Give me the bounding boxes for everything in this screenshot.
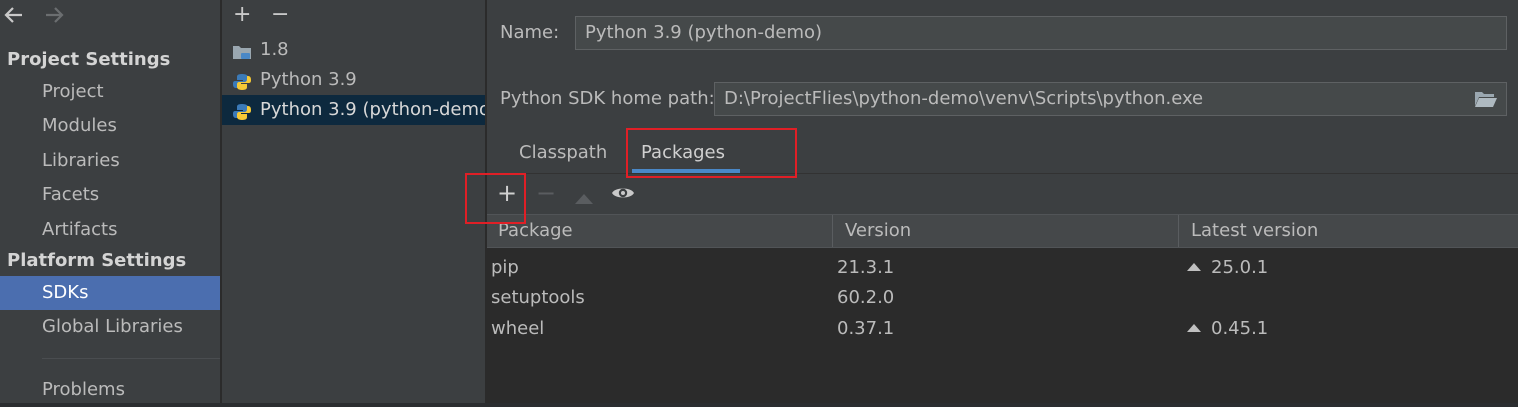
packages-table-header: Package Version Latest version — [487, 214, 1518, 248]
name-label: Name: — [500, 22, 560, 43]
back-arrow-icon[interactable] — [4, 6, 24, 28]
package-name-cell: wheel — [491, 318, 545, 339]
column-divider[interactable] — [1178, 215, 1179, 247]
sdk-list-panel: + − 1.8 Python 3.9 Python 3.9 (python-de… — [222, 0, 485, 403]
platform-settings-heading: Platform Settings — [7, 250, 187, 271]
sdk-item-label: Python 3.9 (python-demo) — [260, 99, 485, 120]
forward-arrow-icon[interactable] — [44, 6, 64, 28]
latest-version-value: 0.45.1 — [1211, 318, 1269, 339]
update-available-icon — [1187, 324, 1201, 332]
home-path-field[interactable]: D:\ProjectFlies\python-demo\venv\Scripts… — [714, 82, 1507, 116]
python-icon — [232, 71, 252, 90]
python-icon — [232, 101, 252, 120]
sdk-item-1-8[interactable]: 1.8 — [222, 35, 485, 65]
sdk-item-python-3-9-python-demo[interactable]: Python 3.9 (python-demo) — [222, 95, 485, 125]
table-row[interactable]: pip 21.3.1 25.0.1 — [487, 252, 1518, 283]
sdk-item-label: 1.8 — [260, 39, 289, 60]
sidebar-item-sdks[interactable]: SDKs — [0, 276, 220, 310]
tab-classpath[interactable]: Classpath — [519, 136, 607, 170]
column-header-latest-version[interactable]: Latest version — [1191, 215, 1318, 247]
triangle-up-icon[interactable] — [575, 189, 593, 208]
uninstall-package-button[interactable]: − — [536, 180, 556, 206]
home-path-value: D:\ProjectFlies\python-demo\venv\Scripts… — [724, 88, 1204, 109]
sidebar-item-libraries[interactable]: Libraries — [0, 144, 220, 178]
column-divider[interactable] — [832, 215, 833, 247]
folder-open-icon[interactable] — [1474, 89, 1498, 113]
update-available-icon — [1187, 263, 1201, 271]
eye-icon[interactable] — [611, 185, 635, 205]
package-name-cell: pip — [491, 257, 519, 278]
project-settings-heading: Project Settings — [7, 49, 171, 70]
home-path-label: Python SDK home path: — [500, 88, 715, 109]
latest-version-cell: 25.0.1 — [1187, 252, 1268, 283]
install-button-highlight — [465, 173, 526, 224]
table-row[interactable]: setuptools 60.2.0 — [487, 282, 1518, 313]
remove-sdk-button[interactable]: − — [271, 3, 289, 27]
sdk-name-field[interactable]: Python 3.9 (python-demo) — [575, 16, 1507, 50]
sidebar-item-modules[interactable]: Modules — [0, 109, 220, 143]
package-version-cell: 21.3.1 — [837, 257, 895, 278]
settings-sidebar: Project Settings Project Modules Librari… — [0, 0, 220, 403]
sidebar-item-project[interactable]: Project — [0, 75, 220, 109]
packages-toolbar: + − — [487, 174, 1518, 214]
sdk-item-python-3-9[interactable]: Python 3.9 — [222, 65, 485, 95]
packages-tab-highlight — [626, 128, 797, 178]
sidebar-item-facets[interactable]: Facets — [0, 178, 220, 212]
sdk-item-label: Python 3.9 — [260, 69, 357, 90]
latest-version-value: 25.0.1 — [1211, 257, 1269, 278]
sidebar-item-problems[interactable]: Problems — [0, 373, 220, 407]
sidebar-item-global-libraries[interactable]: Global Libraries — [0, 310, 220, 344]
table-row[interactable]: wheel 0.37.1 0.45.1 — [487, 313, 1518, 344]
column-header-version[interactable]: Version — [845, 215, 911, 247]
package-version-cell: 60.2.0 — [837, 287, 895, 308]
sidebar-divider — [42, 358, 220, 359]
sidebar-item-artifacts[interactable]: Artifacts — [0, 213, 220, 247]
package-name-cell: setuptools — [491, 287, 585, 308]
add-sdk-button[interactable]: + — [233, 3, 251, 27]
latest-version-cell: 0.45.1 — [1187, 313, 1268, 344]
packages-table: pip 21.3.1 25.0.1 setuptools 60.2.0 whee… — [487, 248, 1518, 403]
package-version-cell: 0.37.1 — [837, 318, 895, 339]
folder-jdk-icon — [232, 41, 252, 59]
